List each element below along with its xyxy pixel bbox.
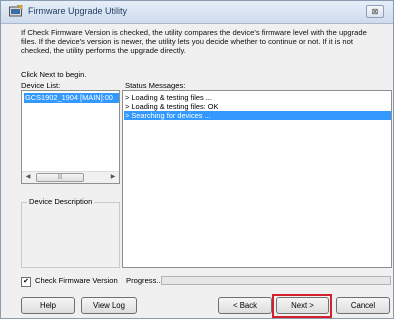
device-list-label: Device List: (21, 81, 61, 90)
check-firmware-label[interactable]: Check Firmware Version (35, 276, 118, 285)
status-messages-box[interactable]: > Loading & testing files ... > Loading … (122, 90, 392, 268)
close-button[interactable]: ⊠ (366, 5, 384, 18)
device-description-legend: Device Description (27, 197, 95, 206)
firmware-upgrade-window: Firmware Upgrade Utility ⊠ If Check Firm… (0, 0, 394, 319)
device-description-group: Device Description (21, 197, 120, 268)
help-button[interactable]: Help (21, 297, 75, 314)
intro-text: If Check Firmware Version is checked, th… (21, 28, 367, 55)
status-message: > Loading & testing files ... (125, 93, 212, 102)
check-firmware-checkbox[interactable]: ✔ (21, 277, 31, 287)
scroll-thumb[interactable]: ||| (36, 173, 84, 182)
window-title: Firmware Upgrade Utility (28, 6, 128, 16)
status-message: > Loading & testing files: OK (125, 102, 219, 111)
click-next-instruction: Click Next to begin. (21, 70, 87, 79)
back-button[interactable]: < Back (218, 297, 272, 314)
status-message-selected: > Searching for devices ... (124, 111, 391, 120)
progress-label: Progress... (126, 276, 163, 285)
cancel-button[interactable]: Cancel (336, 297, 390, 314)
scroll-right-icon[interactable]: ▶ (109, 173, 117, 181)
device-list[interactable]: GCS1902_1904 [MAIN]:00 ◀ ||| ▶ (21, 90, 120, 184)
scroll-left-icon[interactable]: ◀ (24, 173, 32, 181)
status-messages-label: Status Messages: (125, 81, 186, 90)
progress-bar (161, 276, 391, 285)
view-log-button[interactable]: View Log (81, 297, 137, 314)
title-bar[interactable]: Firmware Upgrade Utility ⊠ (1, 1, 393, 24)
next-button-highlight (272, 294, 332, 318)
device-list-item[interactable]: GCS1902_1904 [MAIN]:00 (24, 93, 119, 103)
app-icon (9, 5, 23, 17)
device-list-scrollbar[interactable]: ◀ ||| ▶ (22, 171, 119, 183)
close-icon: ⊠ (371, 7, 379, 16)
